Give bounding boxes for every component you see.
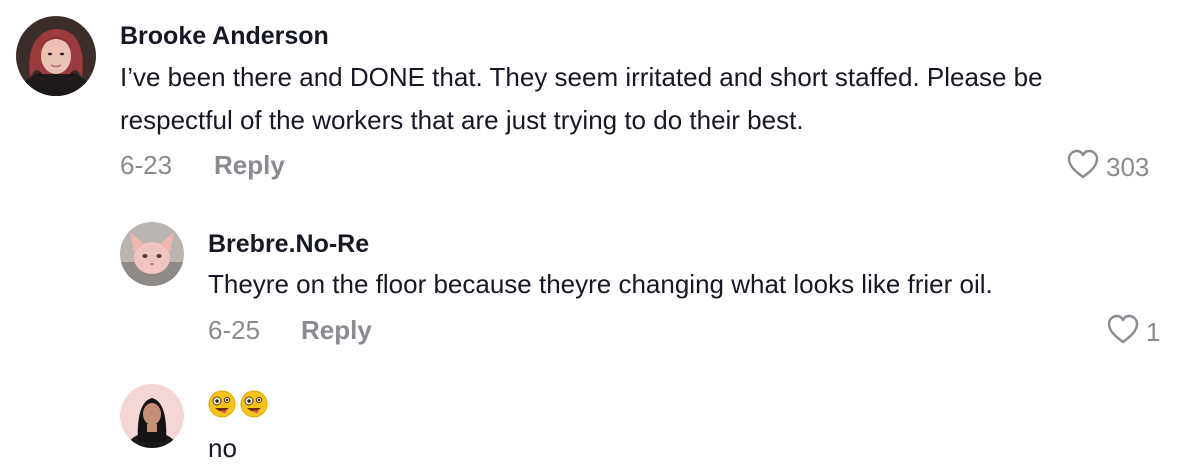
avatar[interactable] — [16, 16, 96, 96]
like-count: 303 — [1106, 152, 1150, 182]
comment-username[interactable]: Brebre.No-Re — [208, 230, 369, 259]
comment-text: no — [208, 433, 237, 463]
avatar[interactable] — [120, 222, 184, 286]
zany-face-emoji — [240, 390, 268, 423]
avatar[interactable] — [120, 384, 184, 448]
reply-button[interactable]: Reply — [301, 315, 372, 346]
comment-date: 6-23 — [120, 150, 173, 180]
emoji-row — [208, 390, 268, 423]
comment-text: Theyre on the floor because theyre chang… — [208, 269, 993, 299]
like-count: 1 — [1146, 317, 1161, 347]
like-button[interactable]: 1 — [1106, 313, 1160, 352]
comment-username[interactable]: Brooke Anderson — [120, 22, 329, 51]
like-button[interactable]: 303 — [1066, 148, 1149, 187]
heart-icon — [1106, 313, 1140, 352]
comment-text: I’ve been there and DONE that. They seem… — [120, 62, 1043, 135]
comment-date: 6-25 — [208, 315, 261, 345]
zany-face-emoji — [208, 390, 236, 423]
reply-button[interactable]: Reply — [214, 150, 285, 181]
heart-icon — [1066, 148, 1100, 187]
